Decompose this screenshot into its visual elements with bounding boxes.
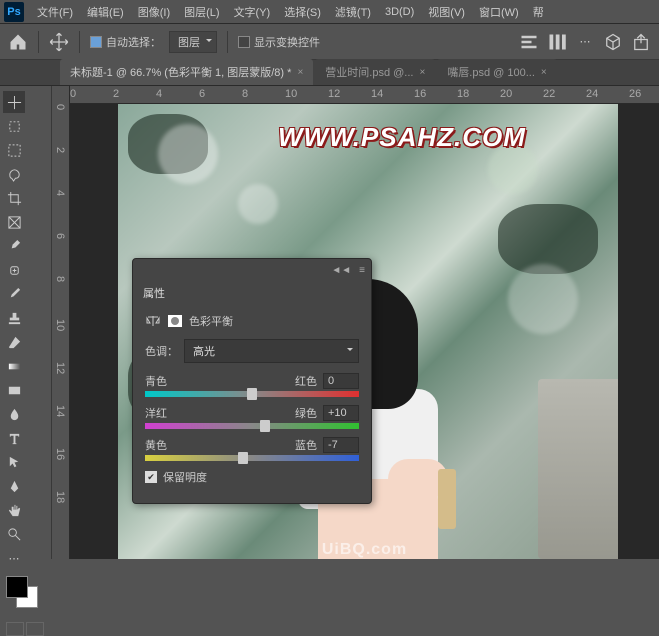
menu-filter[interactable]: 滤镜(T) [328,1,378,23]
menu-edit[interactable]: 编辑(E) [80,1,131,23]
close-icon[interactable]: × [541,67,547,78]
slider-thumb[interactable] [247,388,257,400]
artboard-tool[interactable] [3,115,25,137]
menu-window[interactable]: 窗口(W) [472,1,526,23]
slider-thumb[interactable] [238,452,248,464]
options-bar: 自动选择： 图层 显示变换控件 ⋯ [0,24,659,60]
share-icon[interactable] [631,32,651,52]
slider-left-label: 洋红 [145,405,167,421]
panel-menu-icon[interactable]: ≡ [359,265,365,276]
slider-track[interactable] [145,455,359,461]
balance-icon [145,314,161,328]
tone-dropdown[interactable]: 高光 [184,339,359,363]
panel-title: 色彩平衡 [189,313,233,329]
foreground-color[interactable] [6,576,28,598]
tab-inactive[interactable]: 营业时间.psd @... × [315,59,435,85]
properties-panel[interactable]: ◄◄ ≡ 属性 色彩平衡 色调： 高光 青色 红色 0 洋红 绿色 +10 黄色 蓝色 -7 ✔… [132,258,372,504]
crop-tool[interactable] [3,187,25,209]
slider-value[interactable]: -7 [323,437,359,453]
menu-type[interactable]: 文字(Y) [227,1,278,23]
menu-image[interactable]: 图像(I) [131,1,177,23]
blur-tool[interactable] [3,403,25,425]
auto-select-dropdown[interactable]: 图层 [169,31,217,53]
show-transform-checkbox[interactable]: 显示变换控件 [238,34,320,50]
auto-select-label: 自动选择： [106,34,161,50]
ps-logo: Ps [4,2,24,22]
ruler-vertical: 024681012141618 [52,104,70,559]
edit-toolbar[interactable]: ⋯ [3,547,25,569]
checkbox-icon [238,36,250,48]
slider-left-label: 青色 [145,373,167,389]
menu-3d[interactable]: 3D(D) [378,3,421,21]
color-slider[interactable]: 洋红 绿色 +10 [145,405,359,429]
gradient-tool[interactable] [3,355,25,377]
lasso-tool[interactable] [3,163,25,185]
slider-right-label: 蓝色 [295,437,317,453]
checkbox-icon: ✔ [145,471,157,483]
close-icon[interactable]: × [419,67,425,78]
menu-select[interactable]: 选择(S) [277,1,328,23]
type-tool[interactable] [3,427,25,449]
tone-label: 色调： [145,343,178,359]
footer-watermark: UiBQ.com [322,541,407,559]
stamp-tool[interactable] [3,307,25,329]
more-icon[interactable]: ⋯ [575,32,595,52]
move-tool-icon[interactable] [49,32,69,52]
rectangle-tool[interactable] [3,379,25,401]
slider-left-label: 黄色 [145,437,167,453]
close-icon[interactable]: × [297,67,303,78]
toolbox: ⋯ [0,86,52,559]
marquee-tool[interactable] [3,139,25,161]
tab-active[interactable]: 未标题-1 @ 66.7% (色彩平衡 1, 图层蒙版/8) * × [60,59,313,85]
tab-inactive[interactable]: 嘴唇.psd @ 100... × [437,59,556,85]
menu-file[interactable]: 文件(F) [30,1,80,23]
healing-tool[interactable] [3,259,25,281]
slider-value[interactable]: 0 [323,373,359,389]
ruler-horizontal: 02468101214161820222426 [52,86,659,104]
frame-tool[interactable] [3,211,25,233]
pen-tool[interactable] [3,475,25,497]
color-slider[interactable]: 青色 红色 0 [145,373,359,397]
eyedropper-tool[interactable] [3,235,25,257]
path-select-tool[interactable] [3,451,25,473]
color-slider[interactable]: 黄色 蓝色 -7 [145,437,359,461]
home-icon[interactable] [8,32,28,52]
tab-label: 营业时间.psd @... [325,64,413,80]
collapse-icon[interactable]: ◄◄ [331,265,351,276]
slider-track[interactable] [145,423,359,429]
eraser-tool[interactable] [3,331,25,353]
slider-thumb[interactable] [260,420,270,432]
tab-label: 未标题-1 @ 66.7% (色彩平衡 1, 图层蒙版/8) * [70,64,291,80]
brush-tool[interactable] [3,283,25,305]
mask-icon[interactable] [167,314,183,328]
align-icon[interactable] [519,32,539,52]
menu-help[interactable]: 帮 [526,1,551,23]
document-tabs: 未标题-1 @ 66.7% (色彩平衡 1, 图层蒙版/8) * × 营业时间.p… [0,60,659,86]
auto-select-checkbox[interactable]: 自动选择： [90,34,161,50]
3d-mode-icon[interactable] [603,32,623,52]
checkbox-icon [90,36,102,48]
slider-right-label: 绿色 [295,405,317,421]
slider-track[interactable] [145,391,359,397]
zoom-tool[interactable] [3,523,25,545]
hand-tool[interactable] [3,499,25,521]
preserve-label: 保留明度 [163,469,207,485]
watermark-text: WWW.PSAHZ.COM [278,122,526,153]
slider-value[interactable]: +10 [323,405,359,421]
quick-mask[interactable] [2,622,48,636]
color-swatches[interactable] [4,576,47,612]
show-transform-label: 显示变换控件 [254,34,320,50]
preserve-luminosity-checkbox[interactable]: ✔ 保留明度 [145,469,359,485]
menu-bar: Ps 文件(F) 编辑(E) 图像(I) 图层(L) 文字(Y) 选择(S) 滤… [0,0,659,24]
panel-header[interactable]: ◄◄ ≡ [133,259,371,281]
distribute-icon[interactable] [547,32,567,52]
move-tool[interactable] [3,91,25,113]
tab-label: 嘴唇.psd @ 100... [447,64,535,80]
slider-right-label: 红色 [295,373,317,389]
menu-layer[interactable]: 图层(L) [177,1,226,23]
panel-tab-properties[interactable]: 属性 [133,281,371,305]
menu-view[interactable]: 视图(V) [421,1,472,23]
